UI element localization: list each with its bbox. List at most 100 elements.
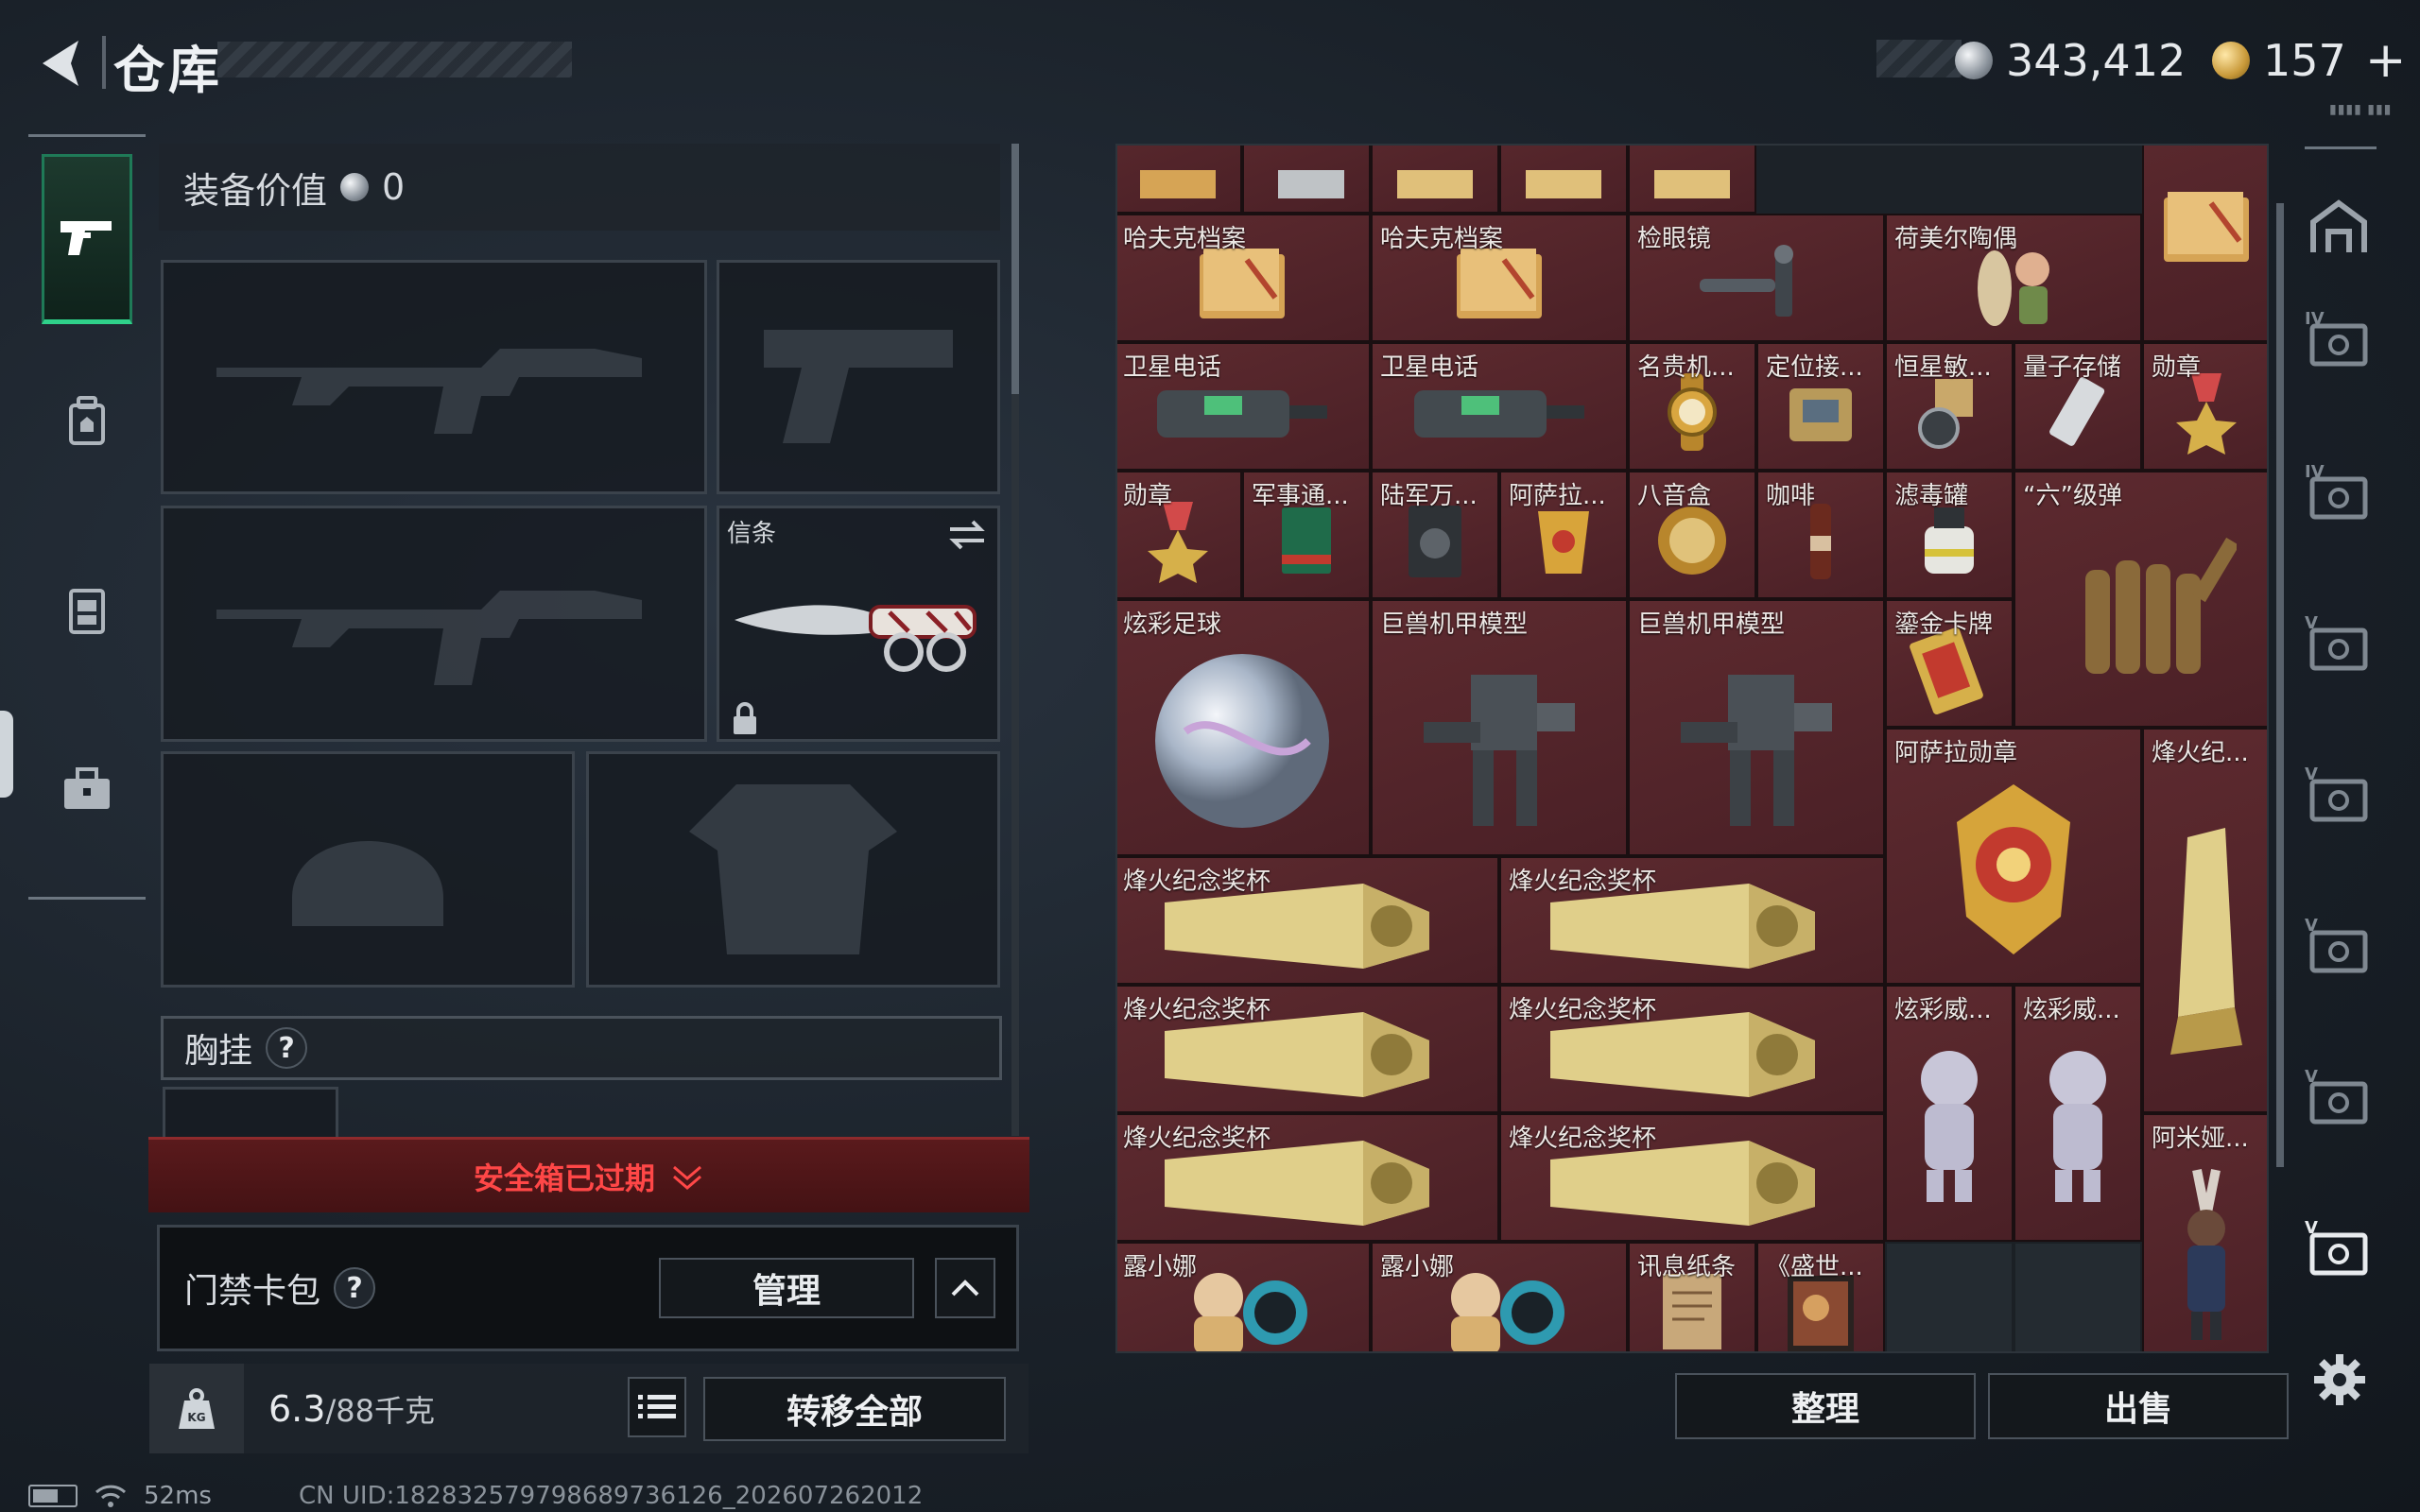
storage-item[interactable]: 定位接... [1756, 342, 1885, 471]
storage-item[interactable]: 《盛世... [1756, 1242, 1885, 1351]
storage-item-label: 鎏金卡牌 [1894, 610, 1994, 639]
armor-slot[interactable] [586, 751, 1000, 988]
keycard-case-label: 门禁卡包 [184, 1272, 321, 1311]
melee-slot[interactable]: 信条 [717, 506, 1000, 742]
sort-button[interactable]: 整理 [1675, 1373, 1976, 1439]
storage-item[interactable] [1499, 146, 1628, 214]
storage-item[interactable]: 勋章 [1117, 471, 1242, 599]
storage-item[interactable]: 烽火纪念奖杯 [1499, 985, 1885, 1113]
storage-item[interactable]: 阿萨拉勋章 [1885, 728, 2142, 985]
storage-item[interactable] [1628, 146, 1756, 214]
sell-button[interactable]: 出售 [1988, 1373, 2289, 1439]
tab-container[interactable]: V [2303, 1211, 2375, 1287]
storage-item[interactable]: 量子存储 [2014, 342, 2142, 471]
tab-weapons[interactable] [42, 154, 132, 324]
left-edge-tab[interactable] [0, 711, 13, 798]
container-tabs: IV IV V V V V V [2303, 144, 2397, 1353]
storage-item[interactable]: 巨兽机甲模型 [1628, 599, 1885, 856]
manage-button[interactable]: 管理 [659, 1258, 914, 1318]
pistol-slot[interactable] [717, 260, 1000, 494]
wifi-icon [95, 1485, 127, 1507]
storage-item[interactable]: 哈夫克档案 [1371, 214, 1628, 342]
title-decoration [217, 42, 572, 77]
watermark: ▮▮▮▮ ▮▮▮ [2329, 102, 2393, 117]
container-icon: V [2305, 1218, 2368, 1276]
safe-box-expired-banner[interactable]: 安全箱已过期 [148, 1137, 1029, 1212]
storage-item-label: 勋章 [2152, 353, 2202, 382]
storage-item[interactable]: 军事通... [1242, 471, 1371, 599]
pistol-placeholder-icon [719, 263, 997, 491]
storage-item[interactable] [1242, 146, 1371, 214]
storage-item[interactable] [1117, 146, 1242, 214]
storage-item[interactable]: 烽火纪念奖杯 [1117, 1113, 1499, 1242]
storage-item-label: 烽火纪... [2152, 739, 2249, 767]
storage-item[interactable]: 咖啡 [1756, 471, 1885, 599]
storage-item[interactable]: 鎏金卡牌 [1885, 599, 2014, 728]
storage-item[interactable] [1371, 146, 1499, 214]
tab-container[interactable]: V [2303, 758, 2375, 833]
storage-item[interactable]: 八音盒 [1628, 471, 1756, 599]
storage-item[interactable]: 烽火纪念奖杯 [1499, 1113, 1885, 1242]
back-button[interactable] [26, 30, 93, 96]
tab-container[interactable]: IV [2303, 302, 2375, 378]
storage-item[interactable]: 炫彩威... [1885, 985, 2014, 1242]
status-bar: 52ms [28, 1482, 212, 1510]
storage-item[interactable]: 陆军万... [1371, 471, 1499, 599]
list-view-button[interactable] [628, 1377, 686, 1437]
tab-vest[interactable] [42, 524, 132, 695]
storage-item-label: 《盛世... [1766, 1253, 1863, 1281]
storage-item-label: 阿萨拉勋章 [1894, 739, 2018, 767]
storage-item[interactable]: 名贵机... [1628, 342, 1756, 471]
storage-item[interactable]: 勋章 [2142, 342, 2267, 471]
storage-item-label: 露小娜 [1123, 1253, 1198, 1281]
storage-item[interactable]: 烽火纪念奖杯 [1117, 856, 1499, 985]
tab-warehouse[interactable] [2303, 189, 2375, 265]
collapse-button[interactable] [935, 1258, 995, 1318]
storage-item[interactable]: 荷美尔陶偶 [1885, 214, 2142, 342]
storage-item[interactable]: 烽火纪念奖杯 [1117, 985, 1499, 1113]
storage-item[interactable]: 阿米娅... [2142, 1113, 2267, 1351]
transfer-all-button[interactable]: 转移全部 [703, 1377, 1006, 1441]
tab-container[interactable]: IV [2303, 455, 2375, 531]
add-currency-button[interactable]: + [2365, 32, 2407, 89]
tab-container[interactable]: V [2303, 607, 2375, 682]
storage-scrollbar[interactable] [2276, 203, 2284, 1167]
storage-item[interactable]: 哈夫克档案 [1117, 214, 1371, 342]
storage-item-label: 名贵机... [1637, 353, 1735, 382]
storage-item[interactable]: 炫彩足球 [1117, 599, 1371, 856]
storage-item[interactable]: 卫星电话 [1117, 342, 1371, 471]
storage-item[interactable]: 巨兽机甲模型 [1371, 599, 1628, 856]
helmet-slot[interactable] [161, 751, 575, 988]
secondary-weapon-slot[interactable] [161, 506, 707, 742]
svg-text:KG: KG [187, 1411, 205, 1424]
storage-item[interactable]: 阿萨拉... [1499, 471, 1628, 599]
tab-container[interactable]: V [2303, 909, 2375, 985]
storage-item[interactable]: 露小娜 [1371, 1242, 1628, 1351]
container-icon: IV [2305, 309, 2368, 367]
tab-container[interactable]: V [2303, 1060, 2375, 1136]
storage-item[interactable]: 烽火纪念奖杯 [1499, 856, 1885, 985]
storage-item[interactable]: 卫星电话 [1371, 342, 1628, 471]
keycard-help-button[interactable]: ? [334, 1267, 376, 1309]
silver-currency: 343,412 [1955, 32, 2186, 89]
storage-item[interactable]: 滤毒罐 [1885, 471, 2014, 599]
storage-item[interactable]: 讯息纸条 [1628, 1242, 1756, 1351]
primary-weapon-slot[interactable] [161, 260, 707, 494]
tab-toolbox[interactable] [42, 704, 132, 874]
gold-coin-icon [2212, 42, 2250, 79]
bullets-icon [2048, 532, 2239, 696]
storage-item[interactable]: 露小娜 [1117, 1242, 1371, 1351]
settings-button[interactable] [2307, 1347, 2373, 1413]
tab-backpack[interactable] [42, 335, 132, 506]
storage-item[interactable]: 恒星敏... [1885, 342, 2014, 471]
storage-item[interactable]: 检眼镜 [1628, 214, 1885, 342]
storage-item[interactable] [2142, 146, 2267, 342]
storage-item[interactable]: “六”级弹 [2014, 471, 2267, 728]
swap-icon[interactable] [946, 518, 988, 552]
chest-rig-help-button[interactable]: ? [266, 1027, 308, 1069]
coffee-icon [1797, 498, 1844, 587]
chest-rig-slot[interactable] [163, 1087, 338, 1140]
storage-item[interactable]: 炫彩威... [2014, 985, 2142, 1242]
storage-item[interactable]: 烽火纪... [2142, 728, 2267, 1113]
equipment-scrollbar-thumb[interactable] [1011, 144, 1019, 394]
